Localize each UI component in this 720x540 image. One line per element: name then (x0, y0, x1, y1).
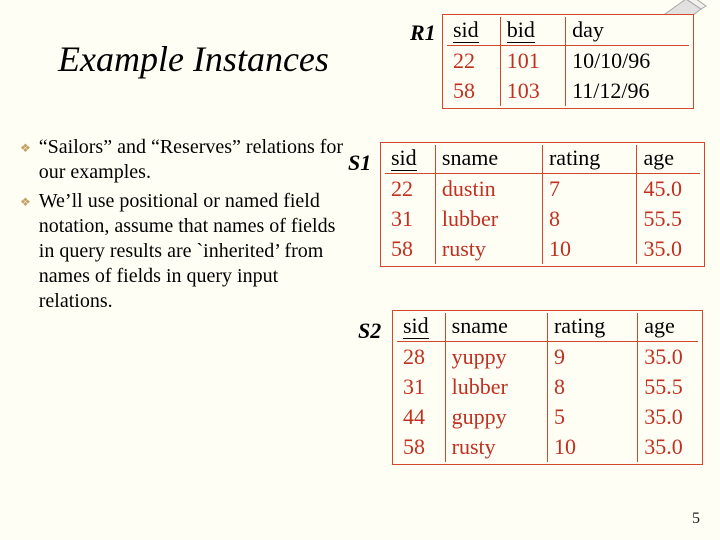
relation-label-s2: S2 (358, 318, 381, 344)
relation-s1: sid sname rating age 22 dustin 7 45.0 31… (380, 142, 705, 267)
relation-r1: sid bid day 22 101 10/10/96 58 103 11/12… (442, 14, 694, 109)
table-row: 44 guppy 5 35.0 (397, 402, 698, 432)
table-row: 22 dustin 7 45.0 (385, 174, 700, 205)
diamond-bullet-icon: ❖ (20, 141, 31, 156)
table-row: 58 rusty 10 35.0 (397, 432, 698, 462)
relation-label-r1: R1 (410, 20, 436, 46)
bullet-text: We’ll use positional or named field nota… (39, 189, 355, 314)
col-header: bid (500, 17, 565, 46)
relation-label-s1: S1 (348, 150, 371, 176)
table-row: 58 rusty 10 35.0 (385, 234, 700, 264)
col-header: sid (385, 145, 435, 174)
list-item: ❖ “Sailors” and “Reserves” relations for… (20, 135, 355, 185)
page-number: 5 (692, 510, 700, 528)
table-row: 58 103 11/12/96 (447, 76, 689, 106)
col-header: sid (397, 313, 445, 342)
col-header: day (566, 17, 689, 46)
table-row: 22 101 10/10/96 (447, 46, 689, 77)
table-row: 31 lubber 8 55.5 (385, 204, 700, 234)
table-row: 31 lubber 8 55.5 (397, 372, 698, 402)
table-row: 28 yuppy 9 35.0 (397, 342, 698, 373)
diamond-bullet-icon: ❖ (20, 195, 31, 210)
col-header: age (637, 145, 700, 174)
bullet-text: “Sailors” and “Reserves” relations for o… (39, 135, 355, 185)
col-header: sname (435, 145, 542, 174)
col-header: sname (445, 313, 547, 342)
relation-s2: sid sname rating age 28 yuppy 9 35.0 31 … (392, 310, 703, 465)
col-header: rating (542, 145, 637, 174)
list-item: ❖ We’ll use positional or named field no… (20, 189, 355, 314)
bullet-list: ❖ “Sailors” and “Reserves” relations for… (20, 135, 355, 318)
table-s1: sid sname rating age 22 dustin 7 45.0 31… (385, 145, 700, 264)
col-header: age (638, 313, 698, 342)
table-r1: sid bid day 22 101 10/10/96 58 103 11/12… (447, 17, 689, 106)
table-s2: sid sname rating age 28 yuppy 9 35.0 31 … (397, 313, 698, 462)
col-header: sid (447, 17, 500, 46)
page-title: Example Instances (58, 38, 329, 80)
col-header: rating (547, 313, 637, 342)
